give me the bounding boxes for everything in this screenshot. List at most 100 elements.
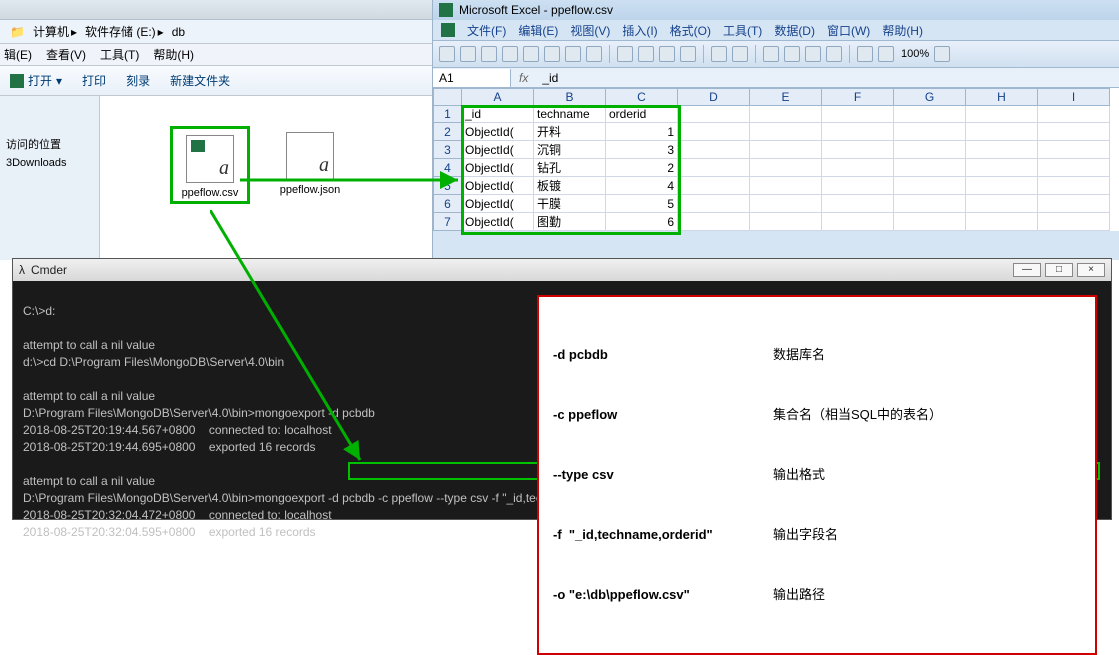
sort-desc-icon[interactable] [826, 46, 842, 62]
cell[interactable]: 4 [606, 177, 678, 195]
menu-tools[interactable]: 工具(T) [100, 46, 139, 63]
mail-icon[interactable] [502, 46, 518, 62]
row-header[interactable]: 6 [434, 195, 462, 213]
menu-window[interactable]: 窗口(W) [827, 22, 870, 39]
cell[interactable] [822, 159, 894, 177]
copy-icon[interactable] [638, 46, 654, 62]
cell[interactable] [894, 159, 966, 177]
print-button[interactable]: 打印 [82, 72, 106, 89]
cell[interactable] [822, 106, 894, 123]
cell[interactable] [750, 159, 822, 177]
sort-asc-icon[interactable] [805, 46, 821, 62]
cell[interactable] [1038, 123, 1110, 141]
menu-tools[interactable]: 工具(T) [723, 22, 762, 39]
cell[interactable] [966, 213, 1038, 231]
cell[interactable] [894, 141, 966, 159]
terminal-output[interactable]: C:\>d: attempt to call a nil value d:\>c… [13, 281, 1111, 519]
cell[interactable] [966, 123, 1038, 141]
cell[interactable] [894, 177, 966, 195]
cmder-titlebar[interactable]: λ Cmder — □ × [13, 259, 1111, 281]
cell[interactable] [1038, 106, 1110, 123]
link-icon[interactable] [763, 46, 779, 62]
fx-icon[interactable]: fx [511, 71, 536, 85]
row-header[interactable]: 2 [434, 123, 462, 141]
cell[interactable]: 板镀 [534, 177, 606, 195]
crumb-folder[interactable]: db [172, 25, 185, 39]
row-header[interactable]: 7 [434, 213, 462, 231]
row-header[interactable]: 5 [434, 177, 462, 195]
new-icon[interactable] [439, 46, 455, 62]
sidebar-downloads[interactable]: 3Downloads [6, 154, 93, 172]
file-ppeflow-csv[interactable]: ppeflow.csv [170, 126, 250, 204]
cell[interactable] [894, 195, 966, 213]
format-painter-icon[interactable] [680, 46, 696, 62]
col-header[interactable]: D [678, 89, 750, 106]
col-header[interactable]: G [894, 89, 966, 106]
crumb-computer[interactable]: 计算机 [33, 23, 69, 40]
cell[interactable] [750, 106, 822, 123]
preview-icon[interactable] [544, 46, 560, 62]
cell[interactable] [1038, 213, 1110, 231]
menu-data[interactable]: 数据(D) [774, 22, 815, 39]
col-header[interactable]: B [534, 89, 606, 106]
cell[interactable]: ObjectId( [462, 141, 534, 159]
col-header[interactable]: I [1038, 89, 1110, 106]
file-pane[interactable]: ppeflow.csv ppeflow.json [100, 96, 432, 260]
cell[interactable]: 沉铜 [534, 141, 606, 159]
cell[interactable] [750, 123, 822, 141]
cell[interactable] [678, 159, 750, 177]
col-header[interactable]: C [606, 89, 678, 106]
undo-icon[interactable] [711, 46, 727, 62]
cell[interactable]: 钻孔 [534, 159, 606, 177]
drawing-icon[interactable] [878, 46, 894, 62]
redo-icon[interactable] [732, 46, 748, 62]
sidebar-recent[interactable]: 访问的位置 [6, 136, 93, 154]
spell-icon[interactable] [565, 46, 581, 62]
cell[interactable]: 图勤 [534, 213, 606, 231]
col-header[interactable]: A [462, 89, 534, 106]
cell[interactable]: 开料 [534, 123, 606, 141]
cell[interactable] [822, 141, 894, 159]
open-icon[interactable] [460, 46, 476, 62]
cell[interactable] [678, 213, 750, 231]
research-icon[interactable] [586, 46, 602, 62]
cell[interactable] [966, 106, 1038, 123]
cell[interactable] [750, 195, 822, 213]
address-bar[interactable]: 📁 计算机 ▸ 软件存储 (E:) ▸ db [0, 20, 432, 44]
cell[interactable] [1038, 141, 1110, 159]
cell[interactable]: 6 [606, 213, 678, 231]
menu-insert[interactable]: 插入(I) [622, 22, 657, 39]
cell[interactable]: orderid [606, 106, 678, 123]
cell[interactable]: 1 [606, 123, 678, 141]
cell[interactable] [678, 106, 750, 123]
row-header[interactable]: 3 [434, 141, 462, 159]
cell[interactable] [678, 123, 750, 141]
cell[interactable]: ObjectId( [462, 213, 534, 231]
menu-view[interactable]: 视图(V) [570, 22, 610, 39]
menu-format[interactable]: 格式(O) [670, 22, 711, 39]
cell[interactable] [966, 195, 1038, 213]
burn-button[interactable]: 刻录 [126, 72, 150, 89]
cell[interactable]: 干膜 [534, 195, 606, 213]
print-icon[interactable] [523, 46, 539, 62]
excel-titlebar[interactable]: Microsoft Excel - ppeflow.csv [433, 0, 1119, 20]
cell[interactable] [822, 123, 894, 141]
cell[interactable] [894, 123, 966, 141]
cell[interactable]: 3 [606, 141, 678, 159]
col-header[interactable]: H [966, 89, 1038, 106]
cell[interactable] [750, 213, 822, 231]
cell[interactable] [678, 141, 750, 159]
cell[interactable] [1038, 195, 1110, 213]
cell[interactable] [966, 141, 1038, 159]
crumb-drive[interactable]: 软件存储 (E:) [85, 23, 156, 40]
cell[interactable]: techname [534, 106, 606, 123]
formula-value[interactable]: _id [536, 71, 564, 85]
paste-icon[interactable] [659, 46, 675, 62]
cell[interactable] [1038, 177, 1110, 195]
file-ppeflow-json[interactable]: ppeflow.json [270, 132, 350, 196]
cell[interactable] [822, 213, 894, 231]
cell[interactable] [678, 195, 750, 213]
cell[interactable]: ObjectId( [462, 195, 534, 213]
open-button[interactable]: 打开 ▾ [10, 72, 62, 89]
menu-help[interactable]: 帮助(H) [153, 46, 194, 63]
